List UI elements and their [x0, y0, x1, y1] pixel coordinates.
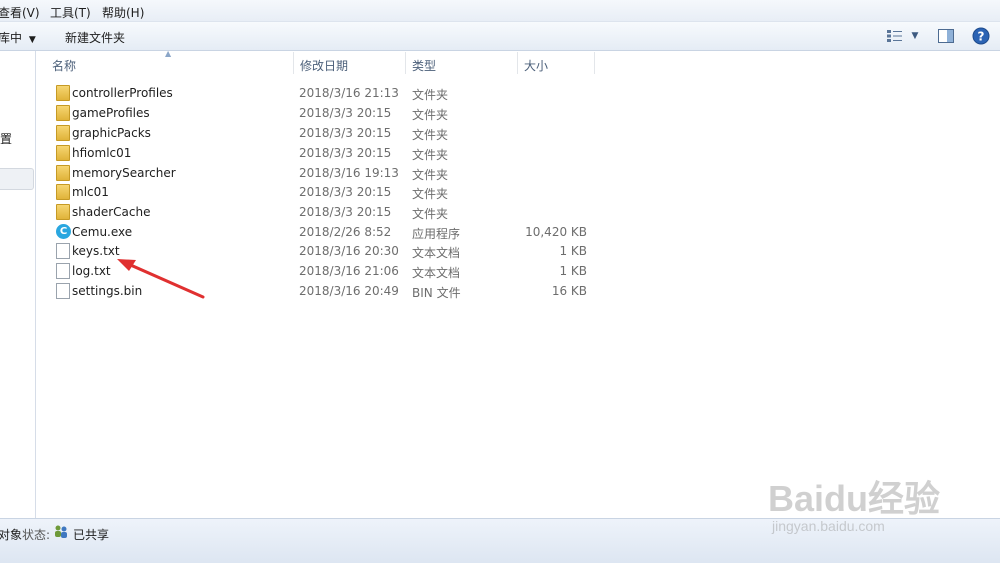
help-icon[interactable]: ?: [970, 26, 992, 46]
folder-icon: [56, 184, 70, 200]
include-in-library-button[interactable]: 库中 ▼: [0, 29, 36, 46]
file-name: graphicPacks: [72, 126, 151, 140]
file-row[interactable]: hfiomlc01 2018/3/3 20:15 文件夹: [50, 143, 600, 163]
file-row[interactable]: mlc01 2018/3/3 20:15 文件夹: [50, 182, 600, 202]
new-folder-button[interactable]: 新建文件夹: [65, 29, 125, 46]
file-type: 应用程序: [412, 227, 461, 241]
file-name: memorySearcher: [72, 166, 176, 180]
file-type: 文本文档: [412, 246, 461, 260]
file-date: 2018/3/16 19:13: [299, 166, 399, 180]
nav-selected-item[interactable]: [0, 168, 34, 190]
menu-view[interactable]: 查看(V): [0, 4, 40, 21]
include-in-library-label: 库中: [0, 31, 23, 45]
file-size: 1 KB: [559, 244, 587, 258]
column-header-type[interactable]: 类型: [406, 52, 518, 74]
status-state-label: 状态:: [22, 528, 51, 542]
file-type: 文件夹: [412, 88, 449, 102]
file-date: 2018/3/16 21:06: [299, 264, 399, 278]
folder-icon: [56, 165, 70, 181]
file-name: hfiomlc01: [72, 146, 132, 160]
folder-icon: [56, 204, 70, 220]
cemu-app-icon: C: [56, 224, 71, 239]
chevron-down-icon: ▼: [28, 35, 36, 45]
menu-help[interactable]: 帮助(H): [102, 4, 144, 21]
baidu-watermark: Baidu经验 jingyan.baidu.com: [768, 470, 948, 540]
file-type: 文件夹: [412, 207, 449, 221]
column-header-date[interactable]: 修改日期: [294, 52, 406, 74]
file-name: mlc01: [72, 185, 109, 199]
menu-bar: 查看(V) 工具(T) 帮助(H): [0, 0, 1000, 22]
text-file-icon: [56, 263, 70, 279]
file-row[interactable]: gameProfiles 2018/3/3 20:15 文件夹: [50, 103, 600, 123]
file-name: settings.bin: [72, 284, 143, 298]
folder-icon: [56, 85, 70, 101]
file-name: controllerProfiles: [72, 86, 173, 100]
file-type: 文件夹: [412, 148, 449, 162]
view-chevron-down-icon[interactable]: ▼: [904, 26, 926, 46]
file-date: 2018/3/3 20:15: [299, 205, 392, 219]
file-size: 16 KB: [551, 284, 587, 298]
command-bar: 库中 ▼ 新建文件夹 ▼ ?: [0, 22, 1000, 51]
file-name: gameProfiles: [72, 106, 150, 120]
watermark-brand: Baidu经验: [768, 478, 941, 519]
menu-tools[interactable]: 工具(T): [50, 4, 91, 21]
file-name: log.txt: [72, 264, 111, 278]
file-row[interactable]: log.txt 2018/3/16 21:06 文本文档 1 KB: [50, 261, 600, 281]
file-name: Cemu.exe: [72, 225, 133, 239]
file-row[interactable]: keys.txt 2018/3/16 20:30 文本文档 1 KB: [50, 241, 600, 261]
column-header-size[interactable]: 大小: [518, 52, 595, 74]
file-name: shaderCache: [72, 205, 151, 219]
file-date: 2018/3/16 20:30: [299, 244, 399, 258]
file-type: BIN 文件: [412, 286, 461, 300]
file-type: 文件夹: [412, 128, 449, 142]
file-date: 2018/2/26 8:52: [299, 225, 392, 239]
file-type: 文件夹: [412, 187, 449, 201]
file-date: 2018/3/3 20:15: [299, 126, 392, 140]
file-size: 10,420 KB: [525, 225, 587, 239]
folder-icon: [56, 125, 70, 141]
folder-icon: [56, 145, 70, 161]
file-type: 文件夹: [412, 108, 449, 122]
file-date: 2018/3/3 20:15: [299, 106, 392, 120]
navigation-pane: 置: [0, 51, 36, 518]
view-options-icon[interactable]: [884, 26, 906, 46]
file-size: 1 KB: [559, 264, 587, 278]
view-list-icon: [887, 30, 902, 42]
file-name: keys.txt: [72, 244, 120, 258]
file-date: 2018/3/3 20:15: [299, 146, 392, 160]
file-row[interactable]: C Cemu.exe 2018/2/26 8:52 应用程序 10,420 KB: [50, 222, 600, 242]
file-row[interactable]: memorySearcher 2018/3/16 19:13 文件夹: [50, 163, 600, 183]
text-file-icon: [56, 243, 70, 259]
preview-pane-icon[interactable]: [935, 26, 957, 46]
svg-text:?: ?: [978, 30, 985, 44]
status-object-count: 对象: [0, 528, 23, 542]
file-date: 2018/3/16 21:13: [299, 86, 399, 100]
folder-icon: [56, 105, 70, 121]
file-row[interactable]: graphicPacks 2018/3/3 20:15 文件夹: [50, 123, 600, 143]
watermark-url: jingyan.baidu.com: [772, 518, 885, 534]
nav-item-label[interactable]: 置: [0, 130, 12, 147]
shared-users-icon: [53, 524, 69, 543]
file-row[interactable]: settings.bin 2018/3/16 20:49 BIN 文件 16 K…: [50, 281, 600, 301]
file-type: 文件夹: [412, 168, 449, 182]
file-row[interactable]: controllerProfiles 2018/3/16 21:13 文件夹: [50, 83, 600, 103]
status-shared-label: 已共享: [73, 528, 110, 542]
explorer-window: 查看(V) 工具(T) 帮助(H) 库中 ▼ 新建文件夹 ▼ ? 置 ▲ 名称 …: [0, 0, 1000, 563]
column-header-name[interactable]: 名称: [46, 52, 294, 74]
file-type: 文本文档: [412, 266, 461, 280]
file-date: 2018/3/16 20:49: [299, 284, 399, 298]
file-date: 2018/3/3 20:15: [299, 185, 392, 199]
file-icon: [56, 283, 70, 299]
file-row[interactable]: shaderCache 2018/3/3 20:15 文件夹: [50, 202, 600, 222]
